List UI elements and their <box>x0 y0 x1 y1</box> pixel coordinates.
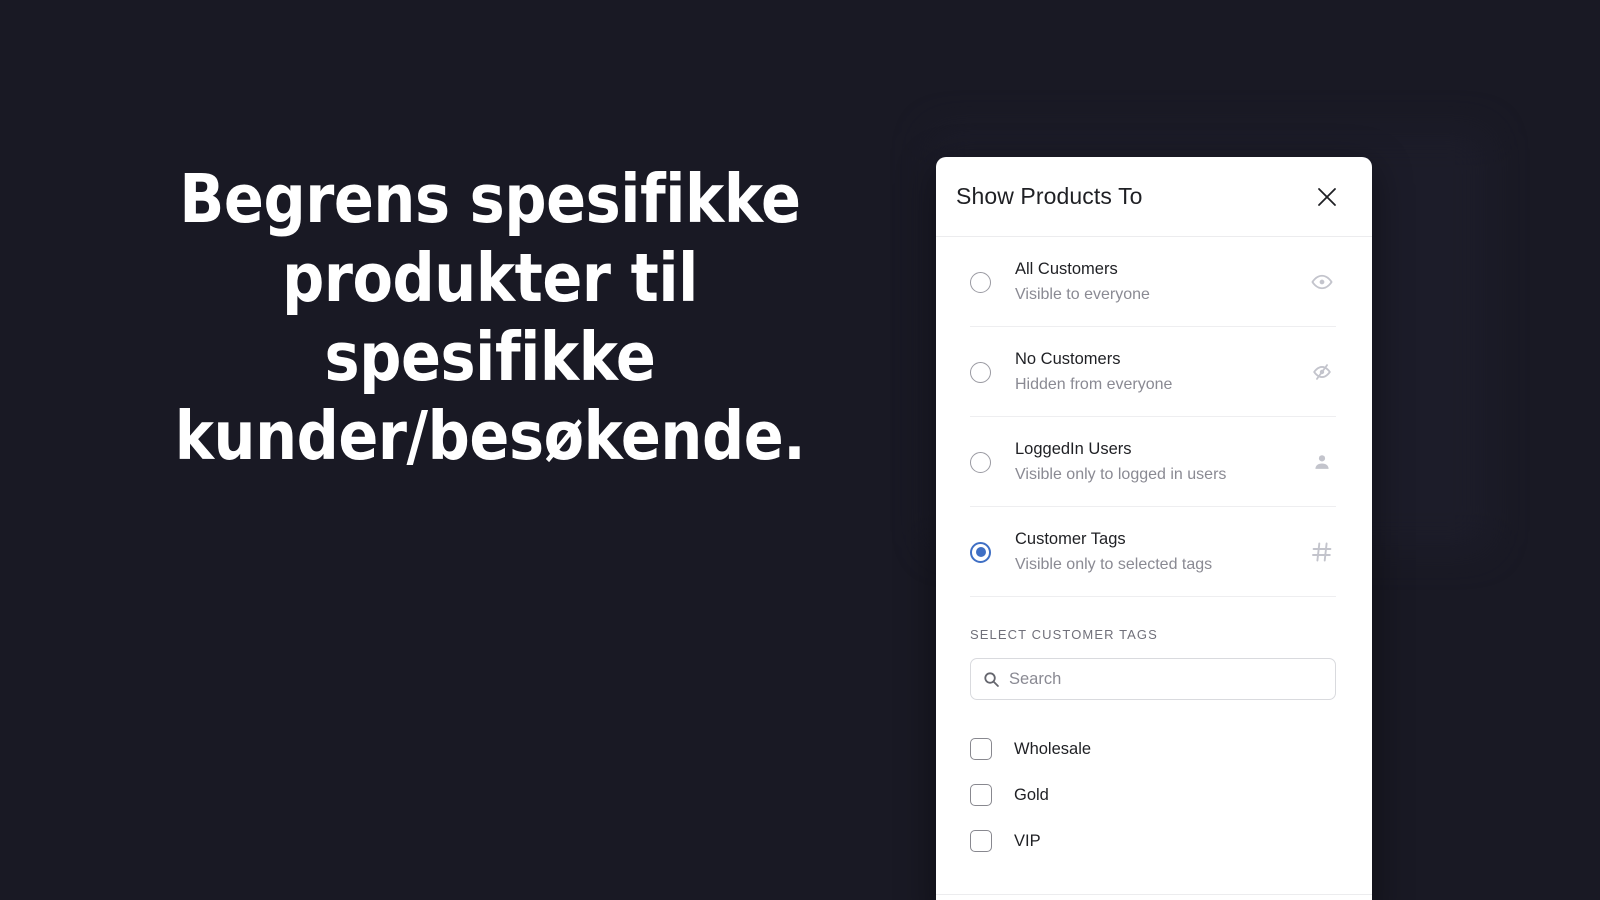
tag-checkbox-list: Wholesale Gold VIP <box>970 726 1336 864</box>
radio-no-customers[interactable] <box>970 361 991 383</box>
hash-icon <box>1308 538 1336 566</box>
radio-customer-tags[interactable] <box>970 541 991 563</box>
tag-row-wholesale[interactable]: Wholesale <box>970 726 1336 772</box>
section-label: SELECT CUSTOMER TAGS <box>970 627 1158 643</box>
visibility-option-list: All Customers Visible to everyone No Cus… <box>936 237 1372 598</box>
select-customer-tags-section: SELECT CUSTOMER TAGS Wholesale <box>936 597 1372 864</box>
option-label: All Customers <box>1015 260 1118 278</box>
eye-off-icon <box>1308 358 1336 386</box>
tag-label: VIP <box>1014 831 1041 850</box>
option-label: LoggedIn Users <box>1015 440 1132 459</box>
eye-icon <box>1308 268 1336 296</box>
close-icon[interactable] <box>1310 180 1344 214</box>
option-no-customers[interactable]: No Customers Hidden from everyone <box>970 326 1336 416</box>
search-input[interactable] <box>1009 669 1323 689</box>
option-text: No Customers Hidden from everyone <box>1015 348 1308 396</box>
page-headline: Begrens spesifikke produkter til spesifi… <box>174 160 806 476</box>
person-icon <box>1308 448 1336 476</box>
option-all-customers[interactable]: All Customers Visible to everyone <box>970 237 1336 326</box>
show-products-to-modal: Show Products To All Customers Visible t… <box>936 157 1372 900</box>
option-customer-tags[interactable]: Customer Tags Visible only to selected t… <box>970 506 1336 598</box>
modal-body: All Customers Visible to everyone No Cus… <box>936 237 1372 864</box>
tag-search-box[interactable] <box>970 658 1336 701</box>
radio-loggedin-users[interactable] <box>970 451 991 473</box>
tag-row-gold[interactable]: Gold <box>970 772 1336 818</box>
checkbox-gold[interactable] <box>970 784 992 807</box>
modal-header: Show Products To <box>936 157 1372 237</box>
option-description: Visible to everyone <box>1015 285 1150 303</box>
option-text: LoggedIn Users Visible only to logged in… <box>1015 438 1308 486</box>
tag-label: Gold <box>1014 785 1049 804</box>
option-description: Visible only to logged in users <box>1015 466 1227 484</box>
search-icon <box>983 671 1000 688</box>
option-label: No Customers <box>1015 350 1121 369</box>
footer-divider <box>936 894 1372 895</box>
option-text: Customer Tags Visible only to selected t… <box>1015 528 1308 576</box>
tag-row-vip[interactable]: VIP <box>970 818 1336 864</box>
option-description: Hidden from everyone <box>1015 376 1173 394</box>
modal-title: Show Products To <box>956 183 1143 209</box>
checkbox-wholesale[interactable] <box>970 738 992 761</box>
tag-label: Wholesale <box>1014 739 1092 758</box>
radio-all-customers[interactable] <box>970 271 991 293</box>
option-loggedin-users[interactable]: LoggedIn Users Visible only to logged in… <box>970 416 1336 506</box>
checkbox-vip[interactable] <box>970 830 992 853</box>
option-text: All Customers Visible to everyone <box>1015 258 1308 306</box>
option-label: Customer Tags <box>1015 530 1126 549</box>
option-description: Visible only to selected tags <box>1015 556 1213 574</box>
